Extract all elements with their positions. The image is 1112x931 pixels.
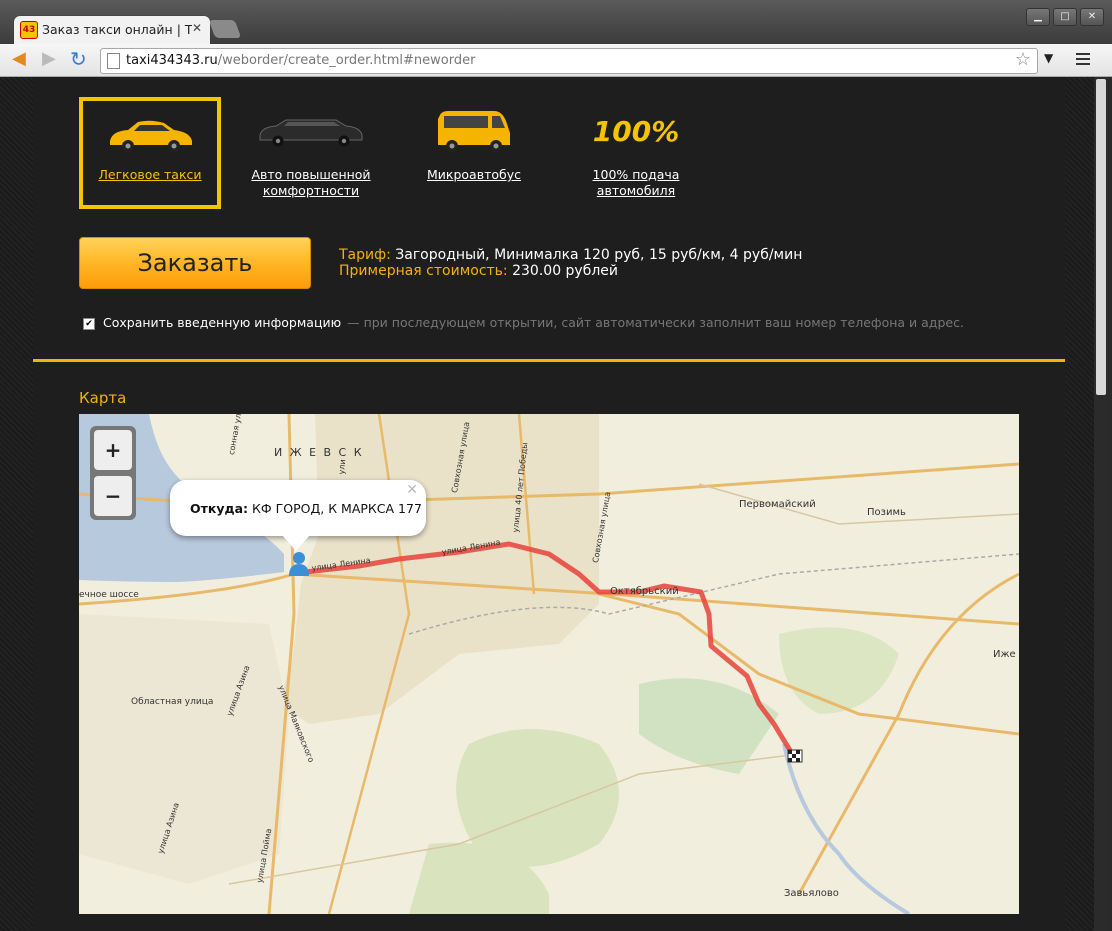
tab-title: Заказ такси онлайн | Т — [42, 22, 192, 37]
map-label-pozim: Позимь — [867, 507, 906, 518]
origin-popup: ✕ Откуда: КФ ГОРОД, К МАРКСА 177 — [170, 480, 426, 551]
service-label[interactable]: 100% подача автомобиля — [566, 167, 706, 199]
web-page: Легковое такси Авто повышенной комфортно… — [0, 77, 1112, 931]
minibus-icon — [438, 111, 510, 152]
order-button[interactable]: Заказать — [79, 237, 311, 289]
service-card-comfort[interactable]: Авто повышенной комфортности — [241, 97, 381, 209]
browser-titlebar: 43 Заказ такси онлайн | Т ✕ ▁ □ ✕ — [0, 0, 1112, 44]
map-title: Карта — [79, 389, 127, 407]
main-content: Легковое такси Авто повышенной комфортно… — [33, 77, 1065, 931]
map-label-oblastnaya: Областная улица — [131, 697, 214, 707]
service-label-line-1[interactable]: 100% подача — [593, 167, 680, 182]
tab-close-icon[interactable]: ✕ — [192, 21, 202, 35]
save-info-label[interactable]: Сохранить введенную информацию — [103, 315, 341, 330]
service-label-line-1[interactable]: Авто повышенной — [251, 167, 370, 182]
popup-value: КФ ГОРОД, К МАРКСА 177 — [252, 501, 422, 516]
forward-arrow-icon[interactable]: ▶ — [42, 48, 56, 70]
service-label-line-2[interactable]: комфортности — [263, 183, 359, 198]
map-label-uli: ули — [337, 459, 348, 475]
service-card-guarantee[interactable]: 100% 100% подача автомобиля — [566, 97, 706, 209]
service-label[interactable]: Легковое такси — [83, 167, 217, 183]
map-label-izhevsk-edge: Иже — [993, 649, 1016, 660]
close-icon[interactable]: ✕ — [406, 482, 418, 498]
maximize-icon[interactable]: □ — [1053, 8, 1077, 26]
left-background — [0, 77, 33, 931]
browser-tab[interactable]: 43 Заказ такси онлайн | Т ✕ — [14, 16, 210, 44]
save-info-hint: — при последующем открытии, сайт автомат… — [347, 315, 964, 330]
tariff-label: Тариф: — [339, 247, 391, 263]
window-controls: ▁ □ ✕ — [1023, 4, 1104, 26]
tariff-value: Загородный, Минималка 120 руб, 15 руб/км… — [395, 247, 803, 263]
cost-label: Примерная стоимость: — [339, 263, 508, 279]
tariff-info: Тариф: Загородный, Минималка 120 руб, 15… — [339, 247, 802, 279]
url-text: taxi434343.ru/weborder/create_order.html… — [126, 53, 476, 68]
service-card-economy[interactable]: Легковое такси — [79, 97, 221, 209]
map-label-zavyalovo: Завьялово — [784, 888, 839, 899]
chevron-down-icon[interactable]: ▼ — [1044, 51, 1053, 65]
bookmark-star-icon[interactable]: ☆ — [1015, 49, 1031, 70]
popup-text: Откуда: КФ ГОРОД, К МАРКСА 177 — [190, 501, 422, 516]
minimize-icon[interactable]: ▁ — [1026, 8, 1050, 26]
save-info-row: ✔ Сохранить введенную информацию — при пос… — [83, 315, 964, 330]
cost-value: 230.00 рублей — [512, 263, 619, 279]
route-map[interactable]: И Ж Е В С К Первомайский Позимь Октябрьс… — [79, 414, 1019, 914]
map-label-city: И Ж Е В С К — [274, 446, 364, 459]
page-scrollbar[interactable] — [1094, 77, 1108, 931]
menu-icon[interactable] — [1076, 53, 1090, 68]
map-label-oktyabrsky: Октябрьский — [610, 586, 679, 597]
popup-label: Откуда: — [190, 501, 249, 516]
service-label[interactable]: Микроавтобус — [404, 167, 544, 183]
address-bar[interactable]: taxi434343.ru/weborder/create_order.html… — [100, 48, 1038, 74]
zoom-in-button[interactable]: + — [94, 430, 132, 470]
back-arrow-icon[interactable]: ◀ — [12, 48, 26, 70]
close-window-icon[interactable]: ✕ — [1080, 8, 1104, 26]
save-info-checkbox[interactable]: ✔ — [83, 317, 95, 330]
favicon-icon: 43 — [20, 21, 38, 39]
scrollbar-thumb[interactable] — [1096, 79, 1106, 395]
map-label-shosse: ечное шоссе — [79, 590, 139, 600]
zoom-control: + − — [90, 426, 136, 520]
reload-icon[interactable]: ↻ — [70, 48, 87, 70]
zoom-out-button[interactable]: − — [94, 476, 132, 516]
map-label-pervomaysky: Первомайский — [739, 499, 816, 510]
limousine-icon — [259, 119, 363, 147]
service-card-minibus[interactable]: Микроавтобус — [404, 97, 544, 209]
page-icon — [107, 53, 120, 69]
new-tab-button[interactable] — [208, 20, 242, 38]
percent-badge: 100% — [592, 115, 680, 148]
section-divider — [33, 359, 1065, 362]
service-label[interactable]: Авто повышенной комфортности — [241, 167, 381, 199]
service-label-line-2[interactable]: автомобиля — [597, 183, 675, 198]
browser-toolbar: ◀ ▶ ↻ taxi434343.ru/weborder/create_orde… — [0, 44, 1112, 77]
taxi-car-icon — [110, 120, 192, 152]
popup-tail — [282, 535, 310, 551]
